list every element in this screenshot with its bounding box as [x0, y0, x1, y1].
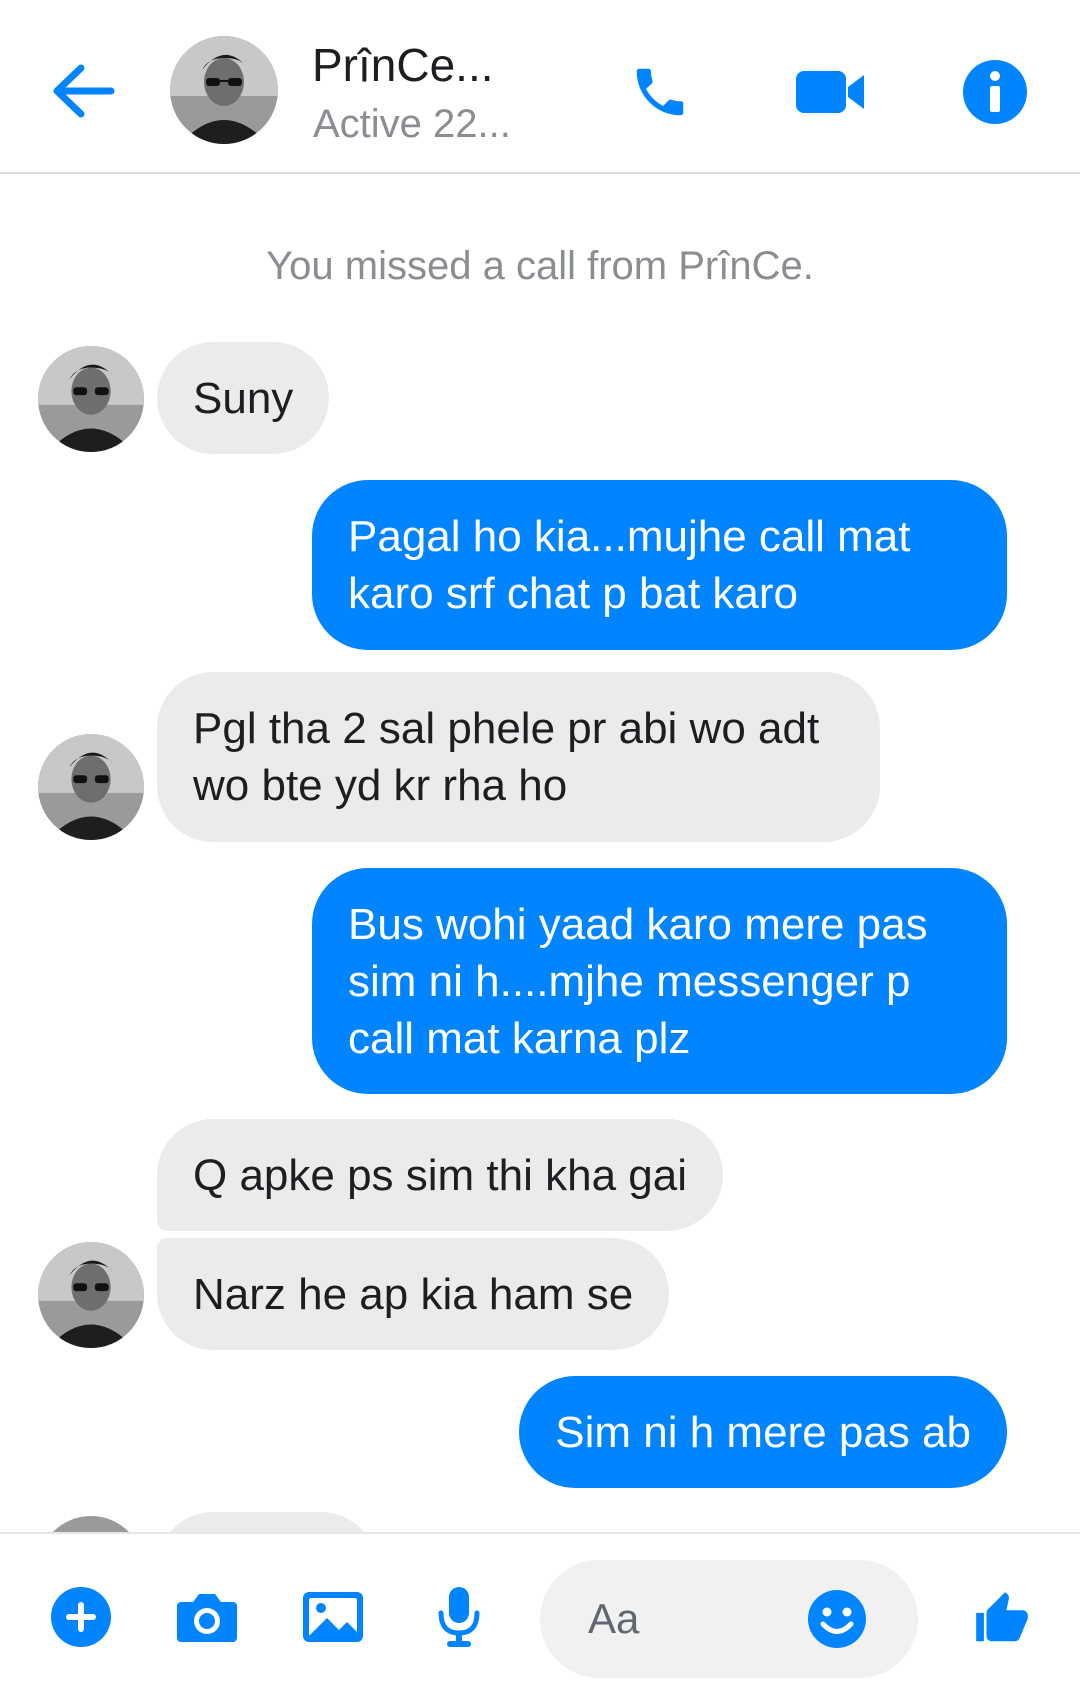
- camera-button[interactable]: [172, 1582, 242, 1652]
- back-button[interactable]: [48, 55, 120, 127]
- phone-icon: [636, 68, 684, 116]
- camera-icon: [177, 1594, 237, 1642]
- incoming-message[interactable]: Pgl tha 2 sal phele pr abi wo adt wo bte…: [157, 672, 880, 842]
- voice-call-button[interactable]: [620, 52, 700, 132]
- emoji-button[interactable]: [802, 1584, 872, 1654]
- active-status: Active 22...: [313, 102, 511, 146]
- conversation-info-button[interactable]: [955, 52, 1035, 132]
- like-button[interactable]: [962, 1578, 1042, 1658]
- message-input-container[interactable]: [540, 1560, 918, 1678]
- more-actions-button[interactable]: [46, 1582, 116, 1652]
- incoming-message[interactable]: Suny: [157, 342, 330, 454]
- incoming-message[interactable]: Narz he ap kia ham se: [157, 1238, 670, 1350]
- outgoing-message[interactable]: Pagal ho kia...mujhe call mat karo srf c…: [312, 480, 1007, 650]
- contact-avatar[interactable]: [170, 36, 278, 144]
- image-icon: [303, 1592, 363, 1642]
- missed-call-notice: You missed a call from PrînCe.: [266, 244, 814, 288]
- microphone-icon: [438, 1587, 480, 1647]
- message-composer: [0, 1532, 1080, 1693]
- message-thread[interactable]: You missed a call from PrînCe. Suny Paga…: [0, 176, 1080, 1532]
- contact-avatar-small[interactable]: [38, 1516, 144, 1532]
- contact-avatar-small[interactable]: [38, 346, 144, 452]
- conversation-header: PrînCe... Active 22...: [0, 0, 1080, 174]
- message-input[interactable]: [586, 1588, 810, 1650]
- incoming-message[interactable]: Q apke ps sim thi kha gai: [157, 1119, 724, 1231]
- video-call-button[interactable]: [790, 52, 870, 132]
- incoming-message-partial[interactable]: [157, 1512, 377, 1532]
- contact-avatar-small[interactable]: [38, 1242, 144, 1348]
- contact-avatar-small[interactable]: [38, 734, 144, 840]
- info-icon: [963, 60, 1027, 124]
- gallery-button[interactable]: [298, 1582, 368, 1652]
- contact-name[interactable]: PrînCe...: [312, 38, 494, 92]
- outgoing-message[interactable]: Sim ni h mere pas ab: [519, 1376, 1007, 1488]
- outgoing-message[interactable]: Bus wohi yaad karo mere pas sim ni h....…: [312, 868, 1007, 1094]
- voice-message-button[interactable]: [424, 1582, 494, 1652]
- thumbs-up-icon: [976, 1592, 1028, 1642]
- back-arrow-icon: [53, 64, 115, 118]
- smiley-icon: [808, 1590, 866, 1648]
- plus-icon: [51, 1587, 111, 1647]
- video-camera-icon: [796, 71, 864, 113]
